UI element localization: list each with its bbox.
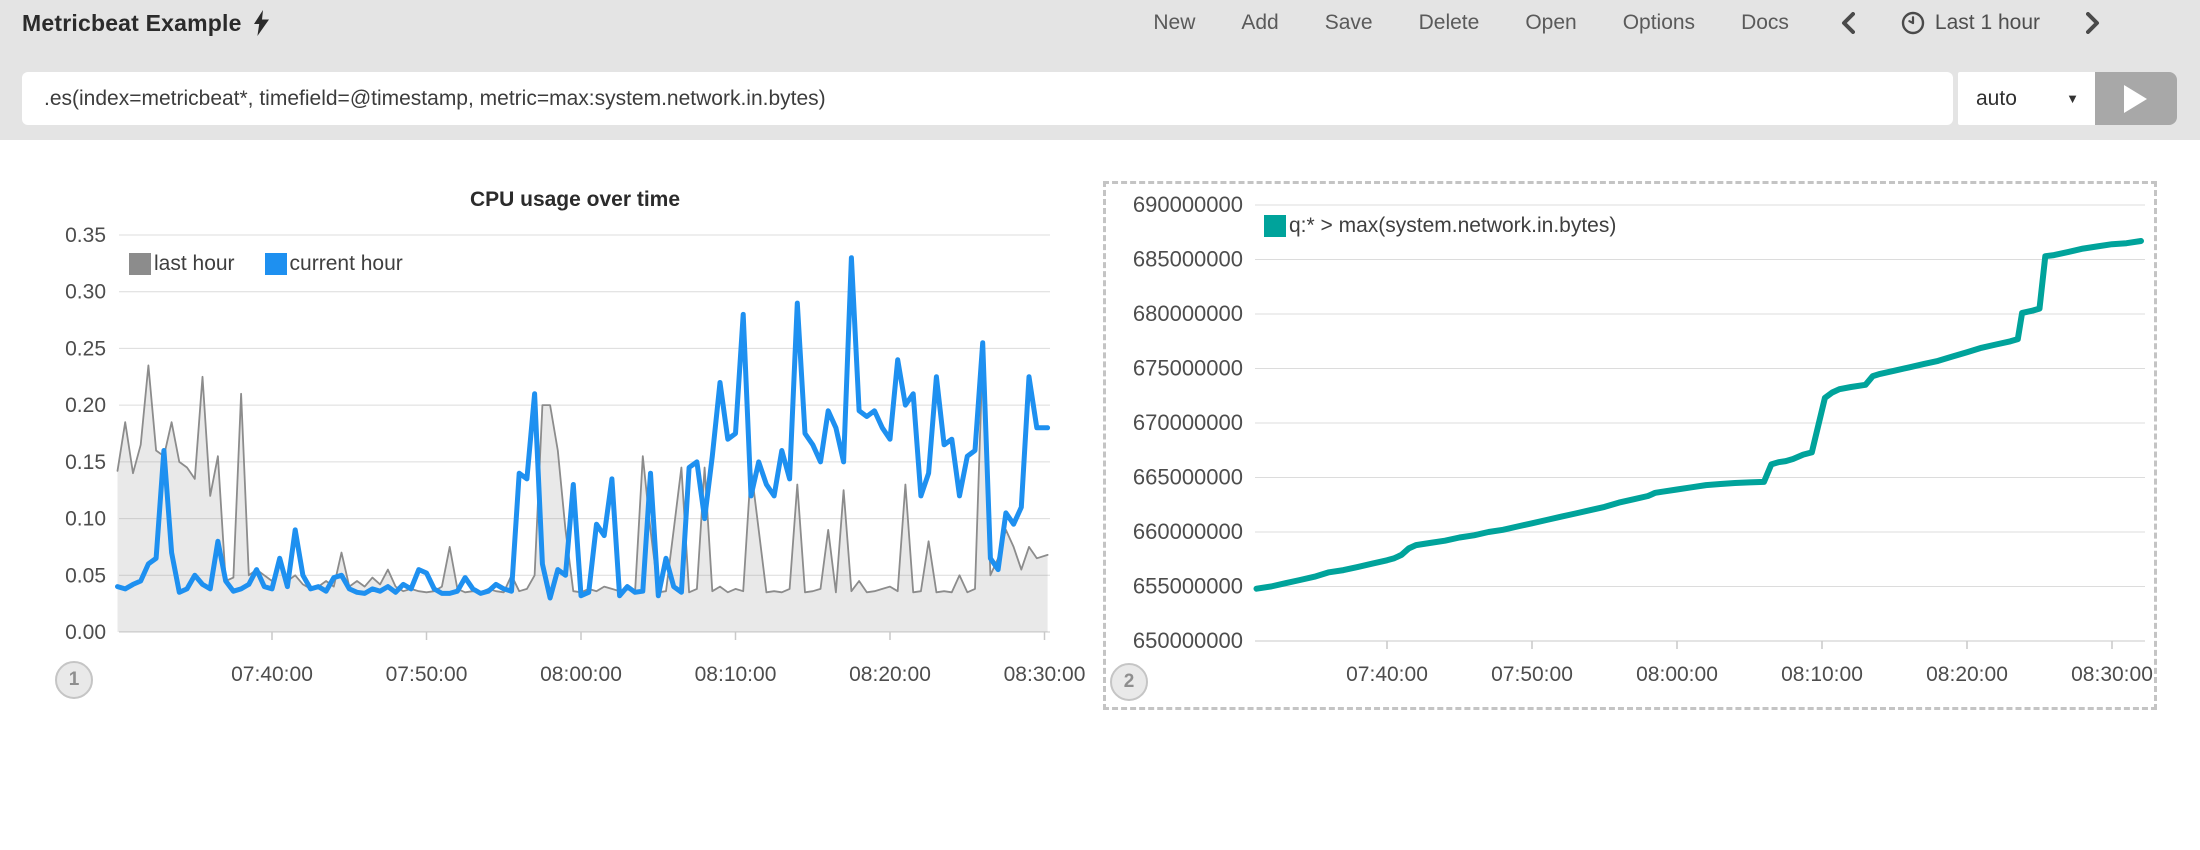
- legend-label-network-bytes: q:* > max(system.network.in.bytes): [1289, 214, 1616, 238]
- cpu-y-tick-label: 0.30: [65, 281, 106, 304]
- legend-label-last-hour: last hour: [154, 252, 235, 276]
- net-y-tick-label: 685000000: [1133, 247, 1243, 272]
- cpu-x-tick-label: 08:30:00: [1004, 663, 1086, 686]
- panel-2-badge: 2: [1110, 663, 1148, 701]
- net-x-tick-label: 07:40:00: [1346, 663, 1428, 686]
- cpu-x-tick-label: 08:00:00: [540, 663, 622, 686]
- cpu-y-tick-label: 0.25: [65, 337, 106, 360]
- chevron-right-icon[interactable]: [2086, 12, 2100, 34]
- net-y-tick-label: 690000000: [1133, 192, 1243, 217]
- net-y-tick-label: 680000000: [1133, 301, 1243, 326]
- net-x-tick-label: 08:20:00: [1926, 663, 2008, 686]
- cpu-x-tick-label: 07:50:00: [386, 663, 468, 686]
- legend-swatch-current-hour: [265, 253, 287, 275]
- legend-label-current-hour: current hour: [290, 252, 403, 276]
- interval-dropdown[interactable]: auto ▼: [1958, 72, 2095, 125]
- legend-item-network-bytes: q:* > max(system.network.in.bytes): [1264, 214, 1616, 238]
- net-chart-legend: q:* > max(system.network.in.bytes): [1264, 214, 1616, 238]
- net-y-tick-label: 675000000: [1133, 356, 1243, 381]
- menu-item-options[interactable]: Options: [1623, 11, 1695, 35]
- cpu-y-tick-label: 0.05: [65, 564, 106, 587]
- cpu-x-tick-label: 08:10:00: [695, 663, 777, 686]
- net-x-tick-label: 08:30:00: [2071, 663, 2153, 686]
- top-menu: New Add Save Delete Open Options Docs La…: [1153, 0, 2100, 46]
- menu-item-open[interactable]: Open: [1525, 11, 1576, 35]
- cpu-y-tick-label: 0.00: [65, 621, 106, 644]
- chevron-left-icon[interactable]: [1841, 12, 1855, 34]
- net-y-tick-label: 665000000: [1133, 465, 1243, 490]
- cpu-x-tick-label: 07:40:00: [231, 663, 313, 686]
- net-y-tick-label: 670000000: [1133, 410, 1243, 435]
- legend-swatch-network-bytes: [1264, 215, 1286, 237]
- cpu-chart-title: CPU usage over time: [290, 188, 860, 212]
- title-wrap: Metricbeat Example: [22, 0, 269, 46]
- legend-item-current-hour: current hour: [265, 252, 403, 276]
- lightning-icon: [254, 10, 269, 36]
- caret-down-icon: ▼: [2066, 91, 2079, 106]
- legend-swatch-last-hour: [129, 253, 151, 275]
- net-y-tick-label: 650000000: [1133, 628, 1243, 653]
- net-x-tick-label: 07:50:00: [1491, 663, 1573, 686]
- interval-selected-value: auto: [1976, 87, 2017, 111]
- timelion-app: Metricbeat Example New Add Save Delete O…: [0, 0, 2200, 850]
- net-y-tick-label: 655000000: [1133, 574, 1243, 599]
- net-y-tick-label: 660000000: [1133, 519, 1243, 544]
- timelion-expression-input[interactable]: [22, 72, 1953, 125]
- menu-item-add[interactable]: Add: [1241, 11, 1278, 35]
- menu-item-new[interactable]: New: [1153, 11, 1195, 35]
- page-title: Metricbeat Example: [22, 10, 242, 37]
- menu-item-delete[interactable]: Delete: [1419, 11, 1480, 35]
- time-range-label: Last 1 hour: [1935, 11, 2040, 35]
- menu-item-docs[interactable]: Docs: [1741, 11, 1789, 35]
- cpu-y-tick-label: 0.35: [65, 224, 106, 247]
- cpu-x-tick-label: 08:20:00: [849, 663, 931, 686]
- net-series-line: [1257, 241, 2142, 589]
- net-x-tick-label: 08:10:00: [1781, 663, 1863, 686]
- header: Metricbeat Example New Add Save Delete O…: [0, 0, 2200, 140]
- legend-item-last-hour: last hour: [129, 252, 235, 276]
- menu-item-save[interactable]: Save: [1325, 11, 1373, 35]
- run-query-button[interactable]: [2095, 72, 2177, 125]
- net-x-tick-label: 08:00:00: [1636, 663, 1718, 686]
- play-icon: [2124, 85, 2148, 113]
- panel-1-badge: 1: [55, 661, 93, 699]
- cpu-y-tick-label: 0.20: [65, 394, 106, 417]
- time-range-picker[interactable]: Last 1 hour: [1901, 11, 2040, 35]
- cpu-chart-legend: last hour current hour: [129, 252, 403, 276]
- clock-icon: [1901, 11, 1925, 35]
- charts-canvas[interactable]: 0.00 0.05 0.10 0.15 0.20 0.25 0.30 0.35 07:40:00…: [0, 140, 2200, 850]
- cpu-y-tick-label: 0.15: [65, 451, 106, 474]
- cpu-y-tick-label: 0.10: [65, 508, 106, 531]
